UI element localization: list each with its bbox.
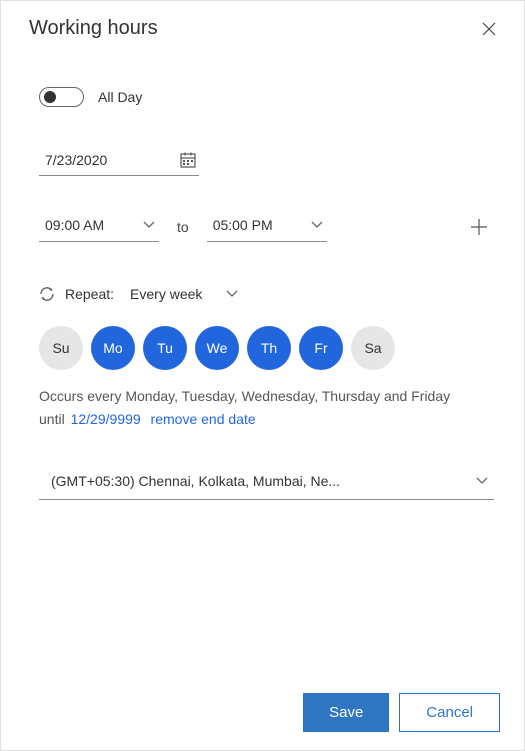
day-toggle-we[interactable]: We bbox=[195, 326, 239, 370]
start-time-select[interactable]: 09:00 AM bbox=[39, 213, 159, 242]
until-label: until bbox=[39, 411, 65, 427]
add-time-range-button[interactable] bbox=[464, 212, 494, 242]
day-toggle-su[interactable]: Su bbox=[39, 326, 83, 370]
repeat-frequency-value: Every week bbox=[130, 286, 202, 302]
start-time-value: 09:00 AM bbox=[45, 217, 104, 233]
day-label: Th bbox=[261, 340, 277, 356]
all-day-toggle[interactable] bbox=[39, 87, 84, 107]
chevron-down-icon bbox=[311, 221, 323, 229]
recurrence-description: Occurs every Monday, Tuesday, Wednesday,… bbox=[39, 386, 494, 407]
until-date-link[interactable]: 12/29/9999 bbox=[71, 411, 141, 427]
dialog-title: Working hours bbox=[29, 17, 158, 40]
date-input[interactable]: 7/23/2020 bbox=[39, 147, 199, 176]
end-time-select[interactable]: 05:00 PM bbox=[207, 213, 327, 242]
day-label: Sa bbox=[364, 340, 381, 356]
day-toggle-sa[interactable]: Sa bbox=[351, 326, 395, 370]
day-label: Tu bbox=[157, 340, 173, 356]
remove-end-date-link[interactable]: remove end date bbox=[151, 411, 256, 427]
timezone-select[interactable]: (GMT+05:30) Chennai, Kolkata, Mumbai, Ne… bbox=[39, 467, 494, 500]
repeat-frequency-select[interactable]: Every week bbox=[124, 282, 244, 306]
to-label: to bbox=[177, 219, 189, 235]
cancel-button[interactable]: Cancel bbox=[399, 693, 500, 732]
day-label: Su bbox=[52, 340, 69, 356]
all-day-label: All Day bbox=[98, 89, 142, 105]
calendar-icon[interactable] bbox=[179, 151, 197, 169]
day-toggle-tu[interactable]: Tu bbox=[143, 326, 187, 370]
repeat-label: Repeat: bbox=[65, 286, 114, 302]
day-toggle-th[interactable]: Th bbox=[247, 326, 291, 370]
repeat-icon bbox=[39, 286, 55, 302]
chevron-down-icon bbox=[226, 290, 238, 298]
dialog-body: All Day 7/23/2020 09:00 AM bbox=[1, 71, 524, 660]
day-label: We bbox=[207, 340, 228, 356]
day-toggle-mo[interactable]: Mo bbox=[91, 326, 135, 370]
day-label: Fr bbox=[314, 340, 327, 356]
day-label: Mo bbox=[103, 340, 122, 356]
end-time-value: 05:00 PM bbox=[213, 217, 273, 233]
chevron-down-icon bbox=[143, 221, 155, 229]
chevron-down-icon bbox=[476, 477, 488, 485]
save-button[interactable]: Save bbox=[303, 693, 389, 732]
timezone-value: (GMT+05:30) Chennai, Kolkata, Mumbai, Ne… bbox=[51, 473, 340, 489]
date-value: 7/23/2020 bbox=[45, 152, 107, 168]
close-button[interactable] bbox=[478, 18, 500, 40]
day-toggle-fr[interactable]: Fr bbox=[299, 326, 343, 370]
